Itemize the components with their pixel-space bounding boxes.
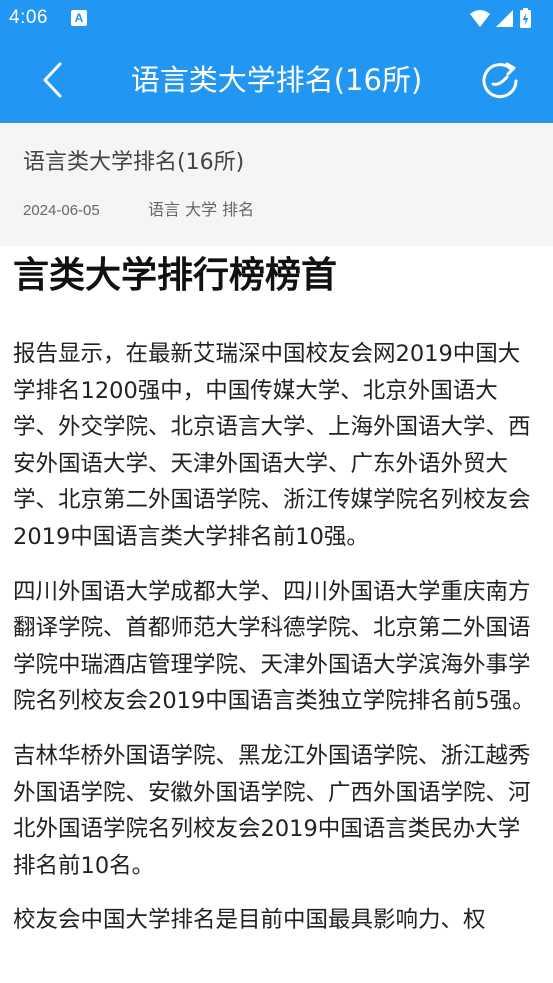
status-bar: 4:06 A	[0, 0, 553, 38]
battery-charging-icon	[520, 8, 531, 28]
status-icons	[469, 8, 543, 30]
article-date: 2024-06-05	[23, 202, 100, 219]
signal-icon	[496, 10, 513, 27]
article-tags: 语言 大学 排名	[148, 200, 255, 219]
content-paragraph: 报告显示，在最新艾瑞深中国校友会网2019中国大学排名1200强中，中国传媒大学…	[13, 341, 531, 550]
chevron-left-icon	[43, 62, 62, 98]
status-icons-svg	[470, 8, 531, 28]
article-meta: 语言类大学排名(16所) 2024-06-05 语言 大学 排名	[0, 123, 553, 246]
content-paragraph: 吉林华桥外国语学院、黑龙江外国语学院、浙江越秀外国语学院、安徽外国语学院、广西外…	[13, 742, 531, 879]
page-title: 语言类大学排名(16所)	[130, 63, 423, 97]
content-paragraph: 四川外国语大学成都大学、四川外国语大学重庆南方翻译学院、首都师范大学科德学院、北…	[13, 578, 535, 715]
back-button[interactable]	[30, 56, 74, 104]
wifi-icon	[470, 10, 490, 27]
status-time: 4:06	[9, 7, 48, 28]
article-content[interactable]: 言类大学排行榜榜首 报告显示，在最新艾瑞深中国校友会网2019中国大学排名120…	[13, 246, 540, 983]
notification-icon-letter: A	[74, 11, 84, 25]
article-title: 语言类大学排名(16所)	[23, 150, 245, 175]
notification-icon: A	[71, 10, 87, 26]
refresh-icon	[482, 62, 518, 99]
content-heading: 言类大学排行榜榜首	[13, 255, 338, 296]
refresh-button[interactable]	[476, 58, 524, 104]
app-bar: 语言类大学排名(16所)	[0, 38, 553, 123]
content-paragraph: 校友会中国大学排名是目前中国最具影响力、权	[13, 907, 486, 934]
